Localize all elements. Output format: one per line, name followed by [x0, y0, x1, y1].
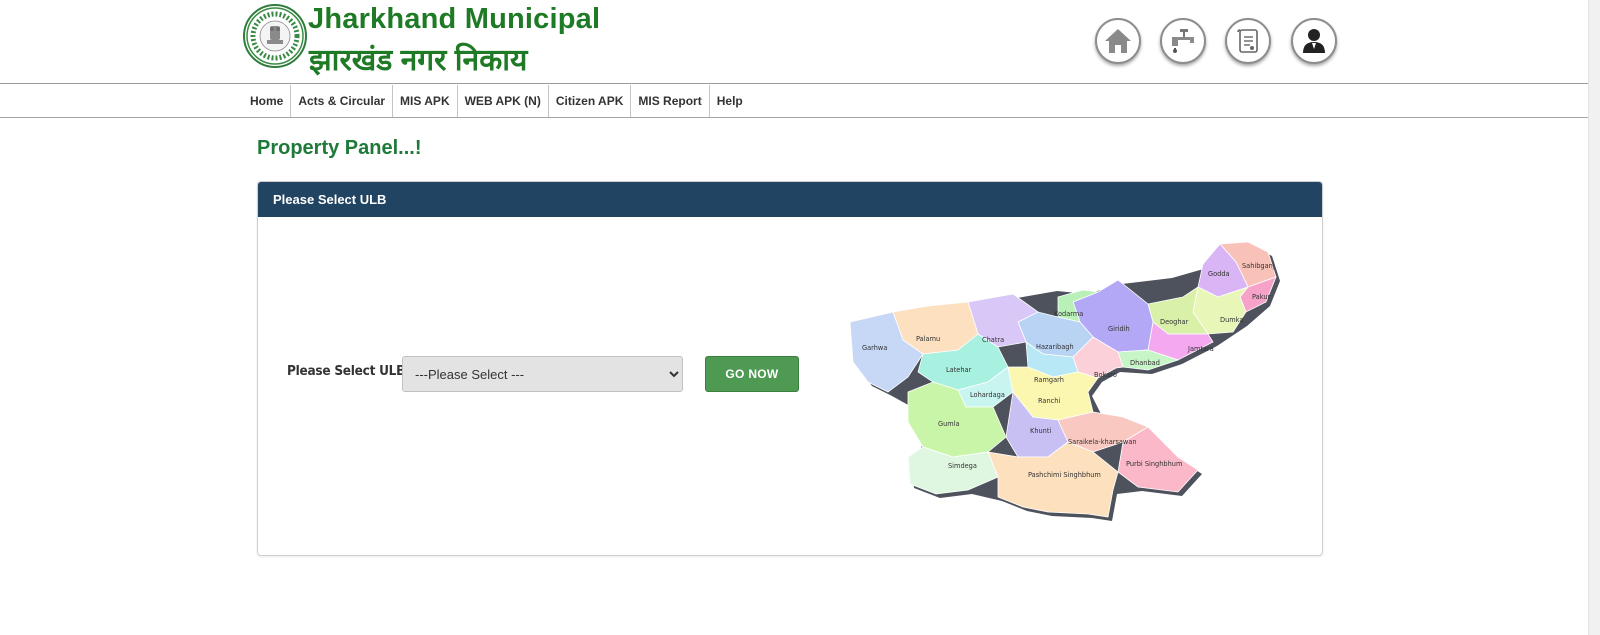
brand-title-hindi: झारखंड नगर निकाय	[309, 44, 528, 77]
map-label-purbi-singhbhum: Purbi Singhbhum	[1126, 460, 1182, 468]
map-label-pashchimi-singhbhum: Pashchimi Singhbhum	[1028, 471, 1101, 479]
map-label-lohardaga: Lohardaga	[970, 391, 1005, 399]
map-label-khunti: Khunti	[1030, 427, 1051, 435]
page-scrollbar[interactable]	[1588, 0, 1600, 635]
map-label-chatra: Chatra	[982, 336, 1004, 344]
water-button[interactable]	[1160, 18, 1206, 64]
map-label-simdega: Simdega	[948, 462, 977, 470]
map-label-sahibganj: Sahibganj	[1242, 262, 1275, 270]
map-label-kodarma: Kodarma	[1054, 310, 1083, 318]
nav-home[interactable]: Home	[243, 85, 292, 117]
home-button[interactable]	[1095, 18, 1141, 64]
map-label-hazaribagh: Hazaribagh	[1036, 343, 1074, 351]
site-header: Jharkhand Municipal झारखंड नगर निकाय	[0, 0, 1600, 84]
nav-acts-circular[interactable]: Acts & Circular	[291, 85, 394, 117]
map-label-palamu: Palamu	[916, 335, 940, 343]
ulb-select-label: Please Select ULB	[287, 363, 406, 379]
user-icon	[1303, 29, 1325, 53]
ulb-dropdown[interactable]: ---Please Select ---	[402, 356, 683, 392]
map-label-garhwa: Garhwa	[862, 344, 887, 352]
home-icon	[1105, 29, 1131, 53]
document-icon	[1237, 29, 1258, 53]
nav-citizen-apk[interactable]: Citizen APK	[549, 85, 632, 117]
brand-title-english: Jharkhand Municipal	[308, 3, 601, 35]
user-login-button[interactable]	[1291, 18, 1337, 64]
nav-mis-apk[interactable]: MIS APK	[393, 85, 458, 117]
map-label-giridih: Giridih	[1108, 325, 1130, 333]
map-label-latehar: Latehar	[946, 366, 972, 374]
nav-mis-report[interactable]: MIS Report	[631, 85, 710, 117]
go-now-button[interactable]: GO NOW	[705, 356, 799, 392]
map-label-dhanbad: Dhanbad	[1130, 359, 1160, 367]
map-label-bokaro: Bokaro	[1094, 371, 1117, 379]
map-label-pakur: Pakur	[1252, 293, 1271, 301]
jharkhand-district-map: Godda Sahibganj Pakur Kodarma Giridih De…	[849, 242, 1280, 521]
map-label-deoghar: Deoghar	[1160, 318, 1189, 326]
map-label-gumla: Gumla	[938, 420, 960, 428]
map-label-ranchi: Ranchi	[1038, 397, 1060, 405]
nav-web-apk[interactable]: WEB APK (N)	[458, 85, 549, 117]
water-tap-icon	[1172, 29, 1194, 53]
panel-heading: Please Select ULB	[258, 182, 1322, 217]
map-label-ramgarh: Ramgarh	[1034, 376, 1064, 384]
page-title: Property Panel...!	[257, 137, 422, 159]
map-label-godda: Godda	[1208, 270, 1230, 278]
state-emblem-logo[interactable]	[243, 4, 307, 68]
map-label-jamtara: Jamtara	[1187, 345, 1214, 353]
ulb-select-panel: Please Select ULB Please Select ULB ---P…	[257, 181, 1323, 556]
map-label-saraikela-kharsawan: Saraikela-kharsawan	[1068, 438, 1137, 446]
main-nav: Home Acts & Circular MIS APK WEB APK (N)…	[0, 85, 1600, 118]
map-label-dumka: Dumka	[1220, 316, 1243, 324]
document-button[interactable]	[1225, 18, 1271, 64]
nav-help[interactable]: Help	[710, 85, 750, 117]
